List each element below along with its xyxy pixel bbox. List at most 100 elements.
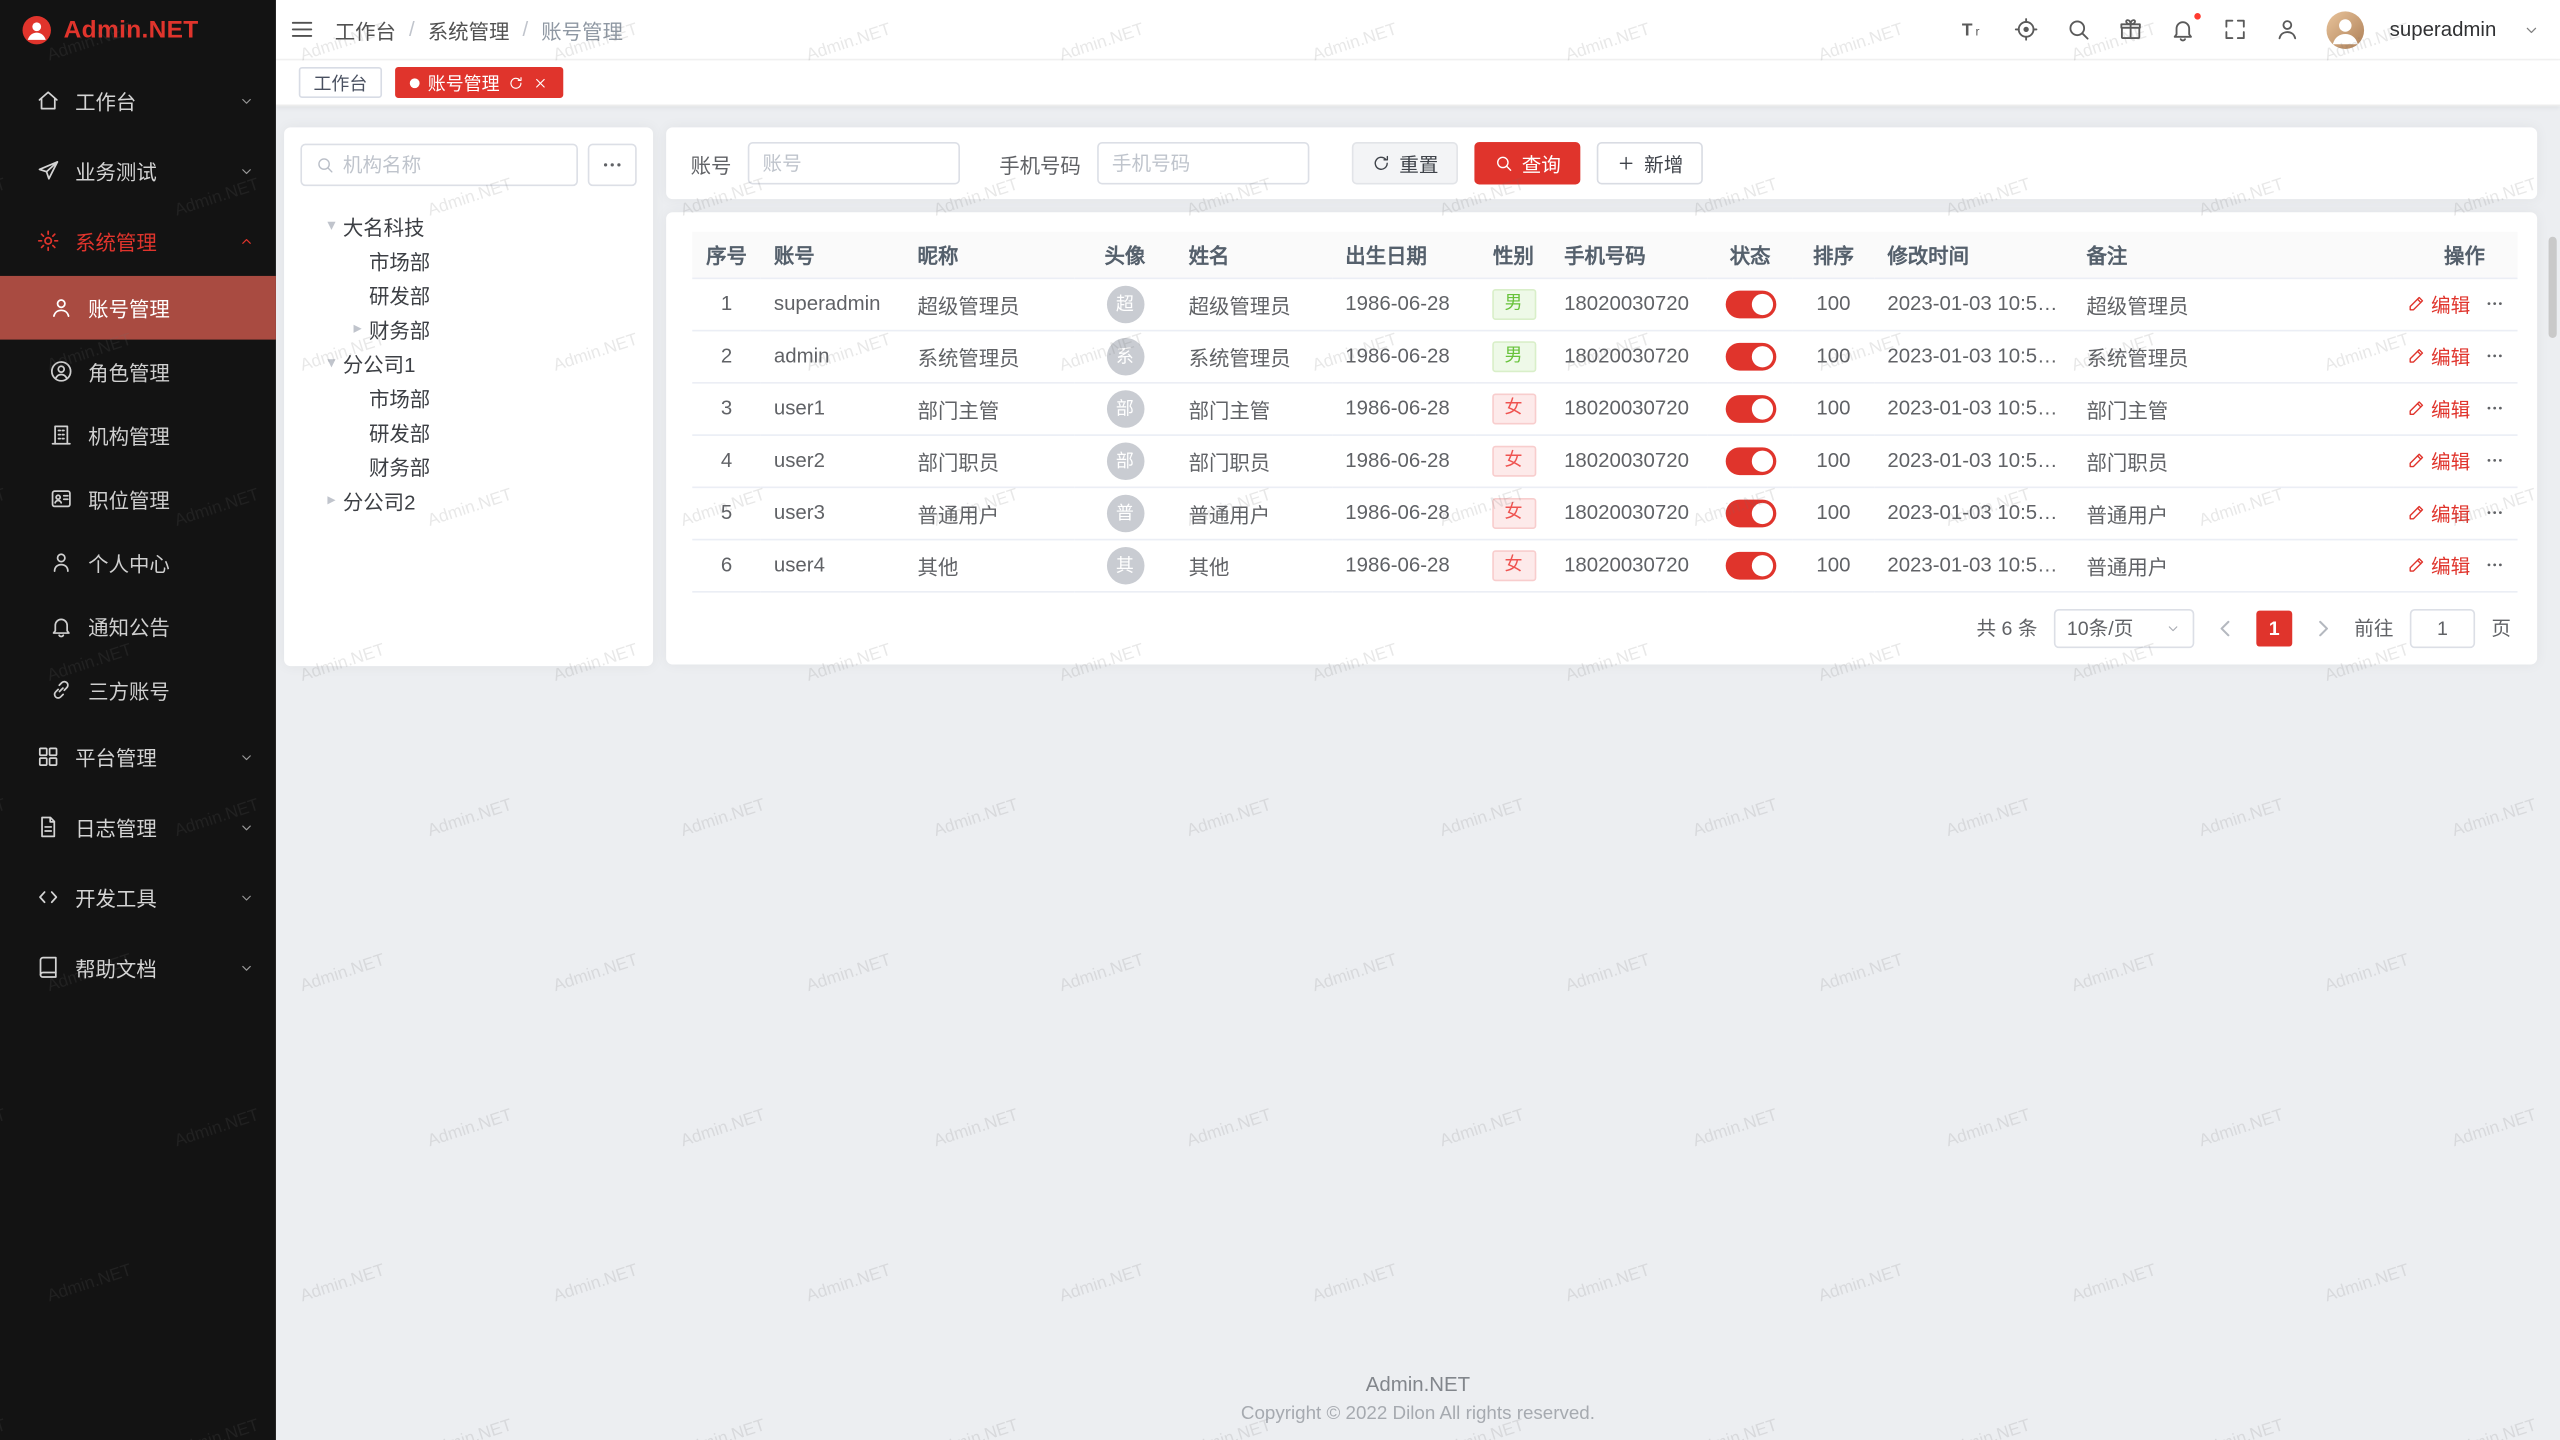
platform-icon [36,744,60,768]
tree-node[interactable]: ▸分公司2 [300,483,636,517]
cell-account: superadmin [761,278,905,330]
avatar-person-icon [2326,11,2364,49]
sidebar-item-notice[interactable]: 通知公告 [0,594,276,658]
status-toggle[interactable] [1725,499,1776,527]
org-search-input[interactable] [343,153,563,176]
breadcrumb-item-workbench[interactable]: 工作台 [335,14,396,45]
sidebar-item-business-test[interactable]: 业务测试 [0,136,276,206]
sidebar-item-workbench[interactable]: 工作台 [0,65,276,135]
main-area: 工作台 / 系统管理 / 账号管理 Tr superadmin 工作台账号管理 [276,0,2560,1440]
search-icon[interactable] [2065,16,2091,42]
table-body: 1superadmin超级管理员超超级管理员1986-06-28男1802003… [692,278,2517,591]
prev-page-button[interactable] [2211,613,2240,642]
user-setting-icon[interactable] [2274,16,2300,42]
cell-phone: 18020030720 [1551,278,1708,330]
gift-icon[interactable] [2117,16,2143,42]
tree-node[interactable]: 研发部 [300,278,636,312]
notification-bell-icon[interactable] [2169,16,2195,42]
tree-node[interactable]: 研发部 [300,415,636,449]
tree-node[interactable]: 市场部 [300,380,636,414]
avatar[interactable] [2326,11,2364,49]
tree-caret-icon[interactable]: ▸ [346,320,369,338]
status-toggle[interactable] [1725,447,1776,475]
locate-icon[interactable] [2013,16,2039,42]
tree-node-label: 财务部 [369,313,430,344]
search-button[interactable]: 查询 [1474,142,1580,184]
org-tree-toolbar [300,144,636,186]
row-more-button[interactable] [2485,500,2505,526]
menu-collapse-icon[interactable] [289,16,315,42]
sidebar-item-org-management[interactable]: 机构管理 [0,403,276,467]
svg-text:r: r [1975,24,1979,38]
tree-more-button[interactable] [588,144,637,186]
status-toggle[interactable] [1725,551,1776,579]
tree-node[interactable]: ▸财务部 [300,312,636,346]
page-size-select[interactable]: 10条/页 [2054,608,2194,647]
scrollbar-thumb[interactable] [2549,237,2557,338]
reset-button[interactable]: 重置 [1352,142,1458,184]
phone-input[interactable] [1097,142,1309,184]
tab-refresh-icon[interactable] [508,74,524,90]
tree-node[interactable]: 市场部 [300,243,636,277]
sidebar-item-help-docs[interactable]: 帮助文档 [0,932,276,1002]
font-size-icon[interactable]: Tr [1960,16,1986,42]
breadcrumb-item-system[interactable]: 系统管理 [428,14,510,45]
tree-caret-icon[interactable]: ▸ [320,491,343,509]
cell-gender: 男 [1476,330,1551,382]
profile-icon [49,550,73,574]
next-page-button[interactable] [2309,613,2338,642]
cell-sort: 100 [1793,434,1875,486]
role-icon [49,359,73,383]
cell-sort: 100 [1793,539,1875,591]
logo[interactable]: Admin.NET [0,0,276,60]
tab-account-management[interactable]: 账号管理 [395,67,563,98]
row-more-button[interactable] [2485,447,2505,473]
cell-gender: 女 [1476,382,1551,434]
tree-node[interactable]: 财务部 [300,449,636,483]
account-input[interactable] [748,142,960,184]
sidebar-item-platform-management[interactable]: 平台管理 [0,722,276,792]
edit-button[interactable]: 编辑 [2407,447,2471,475]
user-menu-chevron-down-icon[interactable] [2522,20,2540,38]
cell-no: 2 [692,330,761,382]
status-toggle[interactable] [1725,342,1776,370]
edit-button[interactable]: 编辑 [2407,290,2471,318]
sidebar-item-third-account[interactable]: 三方账号 [0,658,276,722]
row-more-button[interactable] [2485,552,2505,578]
tree-node[interactable]: ▾分公司1 [300,346,636,380]
edit-button[interactable]: 编辑 [2407,551,2471,579]
sidebar-item-system-management[interactable]: 系统管理 [0,206,276,276]
search-icon [1494,153,1514,173]
org-search-box [300,144,578,186]
edit-icon [2407,555,2427,575]
add-button[interactable]: 新增 [1597,142,1703,184]
cell-sort: 100 [1793,382,1875,434]
tab-workbench[interactable]: 工作台 [299,67,382,98]
sidebar-item-position-management[interactable]: 职位管理 [0,467,276,531]
status-toggle[interactable] [1725,394,1776,422]
tree-node[interactable]: ▾大名科技 [300,209,636,243]
sidebar-item-account-management[interactable]: 账号管理 [0,276,276,340]
goto-page-input[interactable] [2410,608,2475,647]
tree-caret-icon[interactable]: ▾ [320,217,343,235]
sidebar-item-log-management[interactable]: 日志管理 [0,792,276,862]
status-toggle[interactable] [1725,290,1776,318]
sidebar-item-personal-center[interactable]: 个人中心 [0,531,276,595]
edit-button[interactable]: 编辑 [2407,394,2471,422]
row-more-button[interactable] [2485,291,2505,317]
edit-button[interactable]: 编辑 [2407,499,2471,527]
row-more-button[interactable] [2485,395,2505,421]
tree-caret-icon[interactable]: ▾ [320,354,343,372]
fullscreen-icon[interactable] [2222,16,2248,42]
current-page-button[interactable]: 1 [2256,610,2292,646]
edit-button[interactable]: 编辑 [2407,342,2471,370]
row-more-button[interactable] [2485,343,2505,369]
tab-close-icon[interactable] [532,74,548,90]
sidebar-item-dev-tools[interactable]: 开发工具 [0,862,276,932]
sidebar-item-role-management[interactable]: 角色管理 [0,340,276,404]
username[interactable]: superadmin [2390,18,2497,41]
phone-label: 手机号码 [999,148,1081,179]
cell-phone: 18020030720 [1551,539,1708,591]
cell-status [1708,278,1793,330]
cell-status [1708,487,1793,539]
